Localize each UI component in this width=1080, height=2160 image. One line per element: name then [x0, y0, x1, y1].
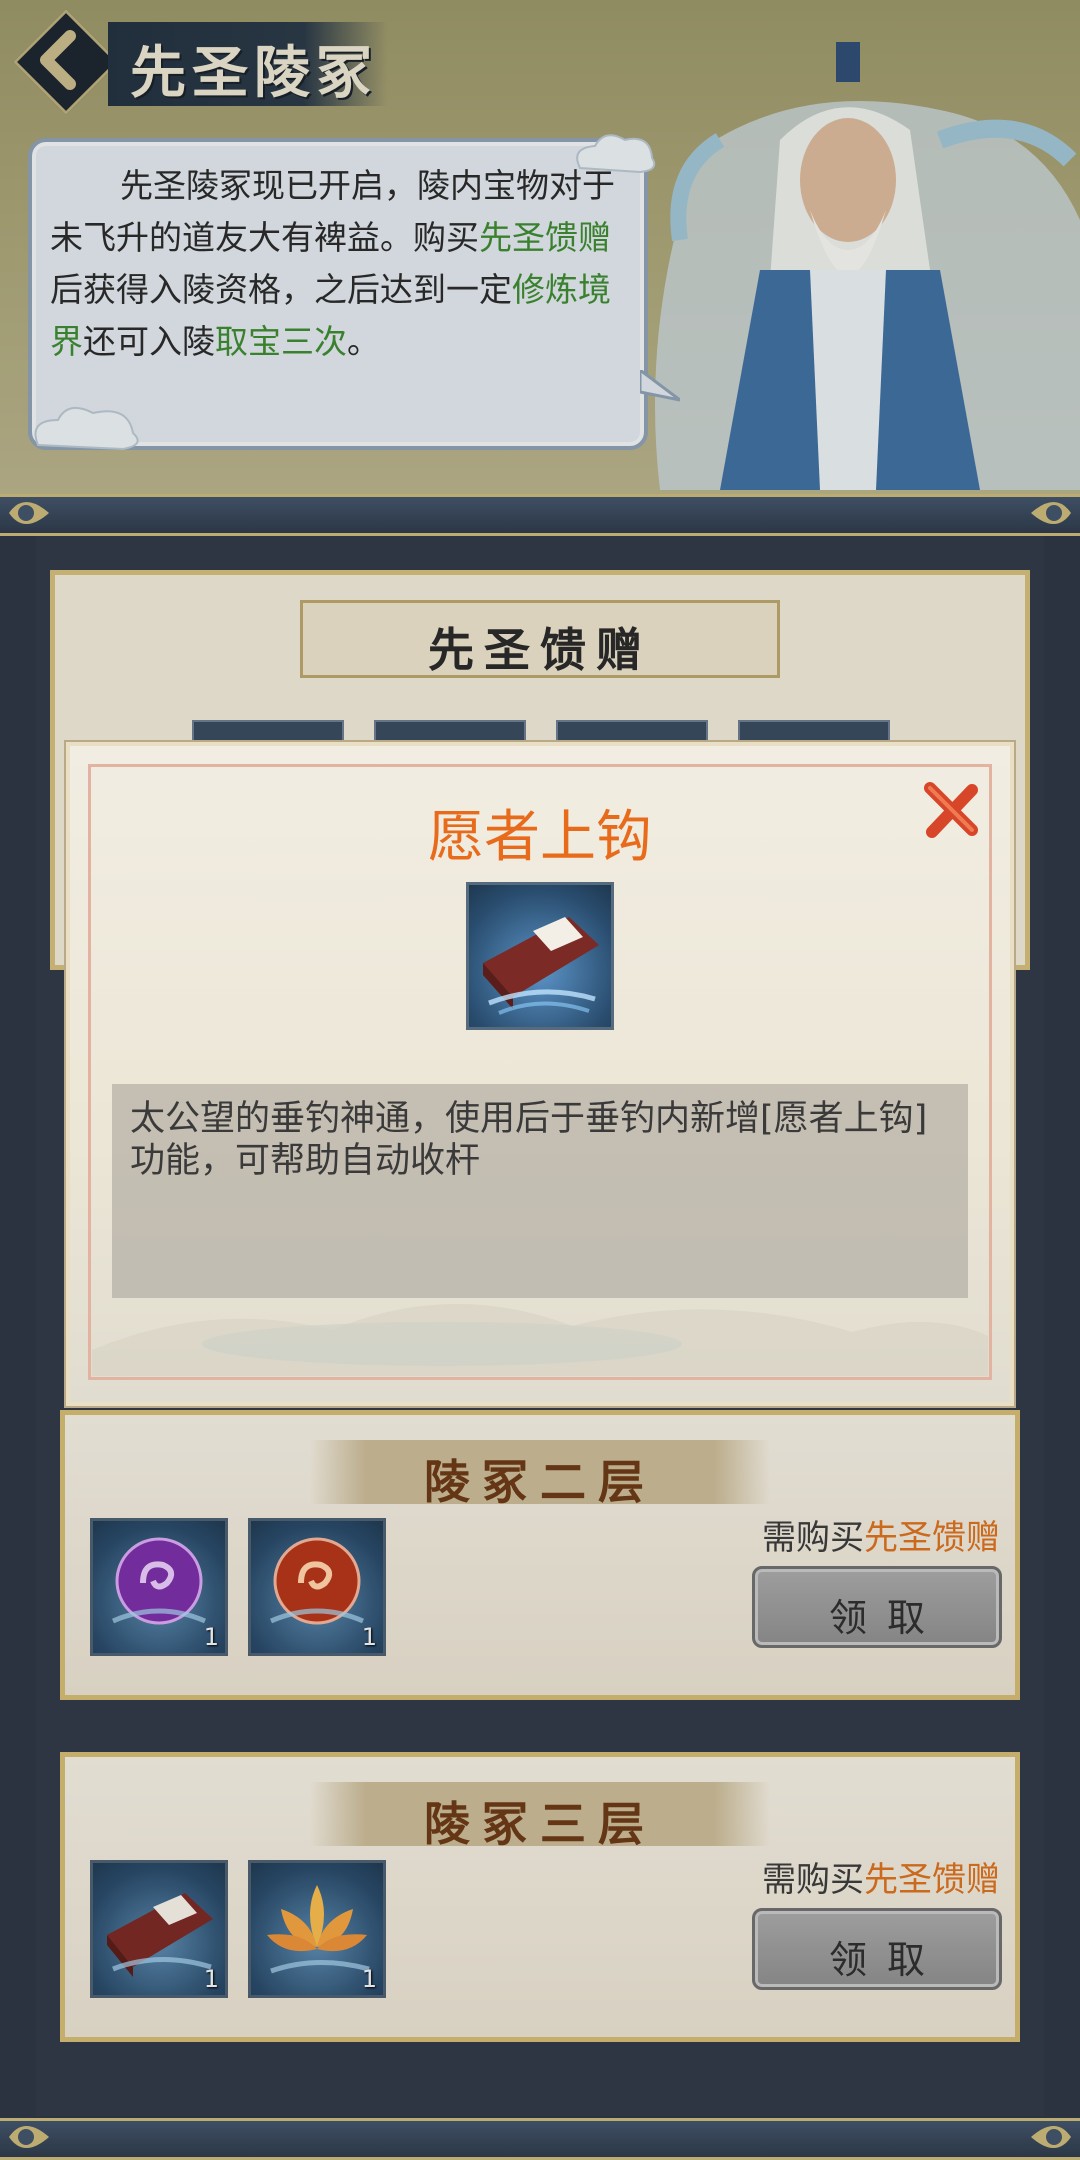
popup-item-slot — [466, 882, 614, 1030]
close-icon[interactable] — [920, 780, 982, 842]
popup-title: 愿者上钩 — [428, 805, 652, 870]
item-description: 太公望的垂钓神通，使用后于垂钓内新增[愿者上钩]功能，可帮助自动收杆 — [130, 1099, 928, 1181]
book-icon — [483, 917, 599, 1015]
screen: 先圣陵冢 先圣陵冢现已开启，陵内宝物对于未飞升的道友大有裨益。购买先圣馈赠后获得… — [0, 0, 1080, 2160]
